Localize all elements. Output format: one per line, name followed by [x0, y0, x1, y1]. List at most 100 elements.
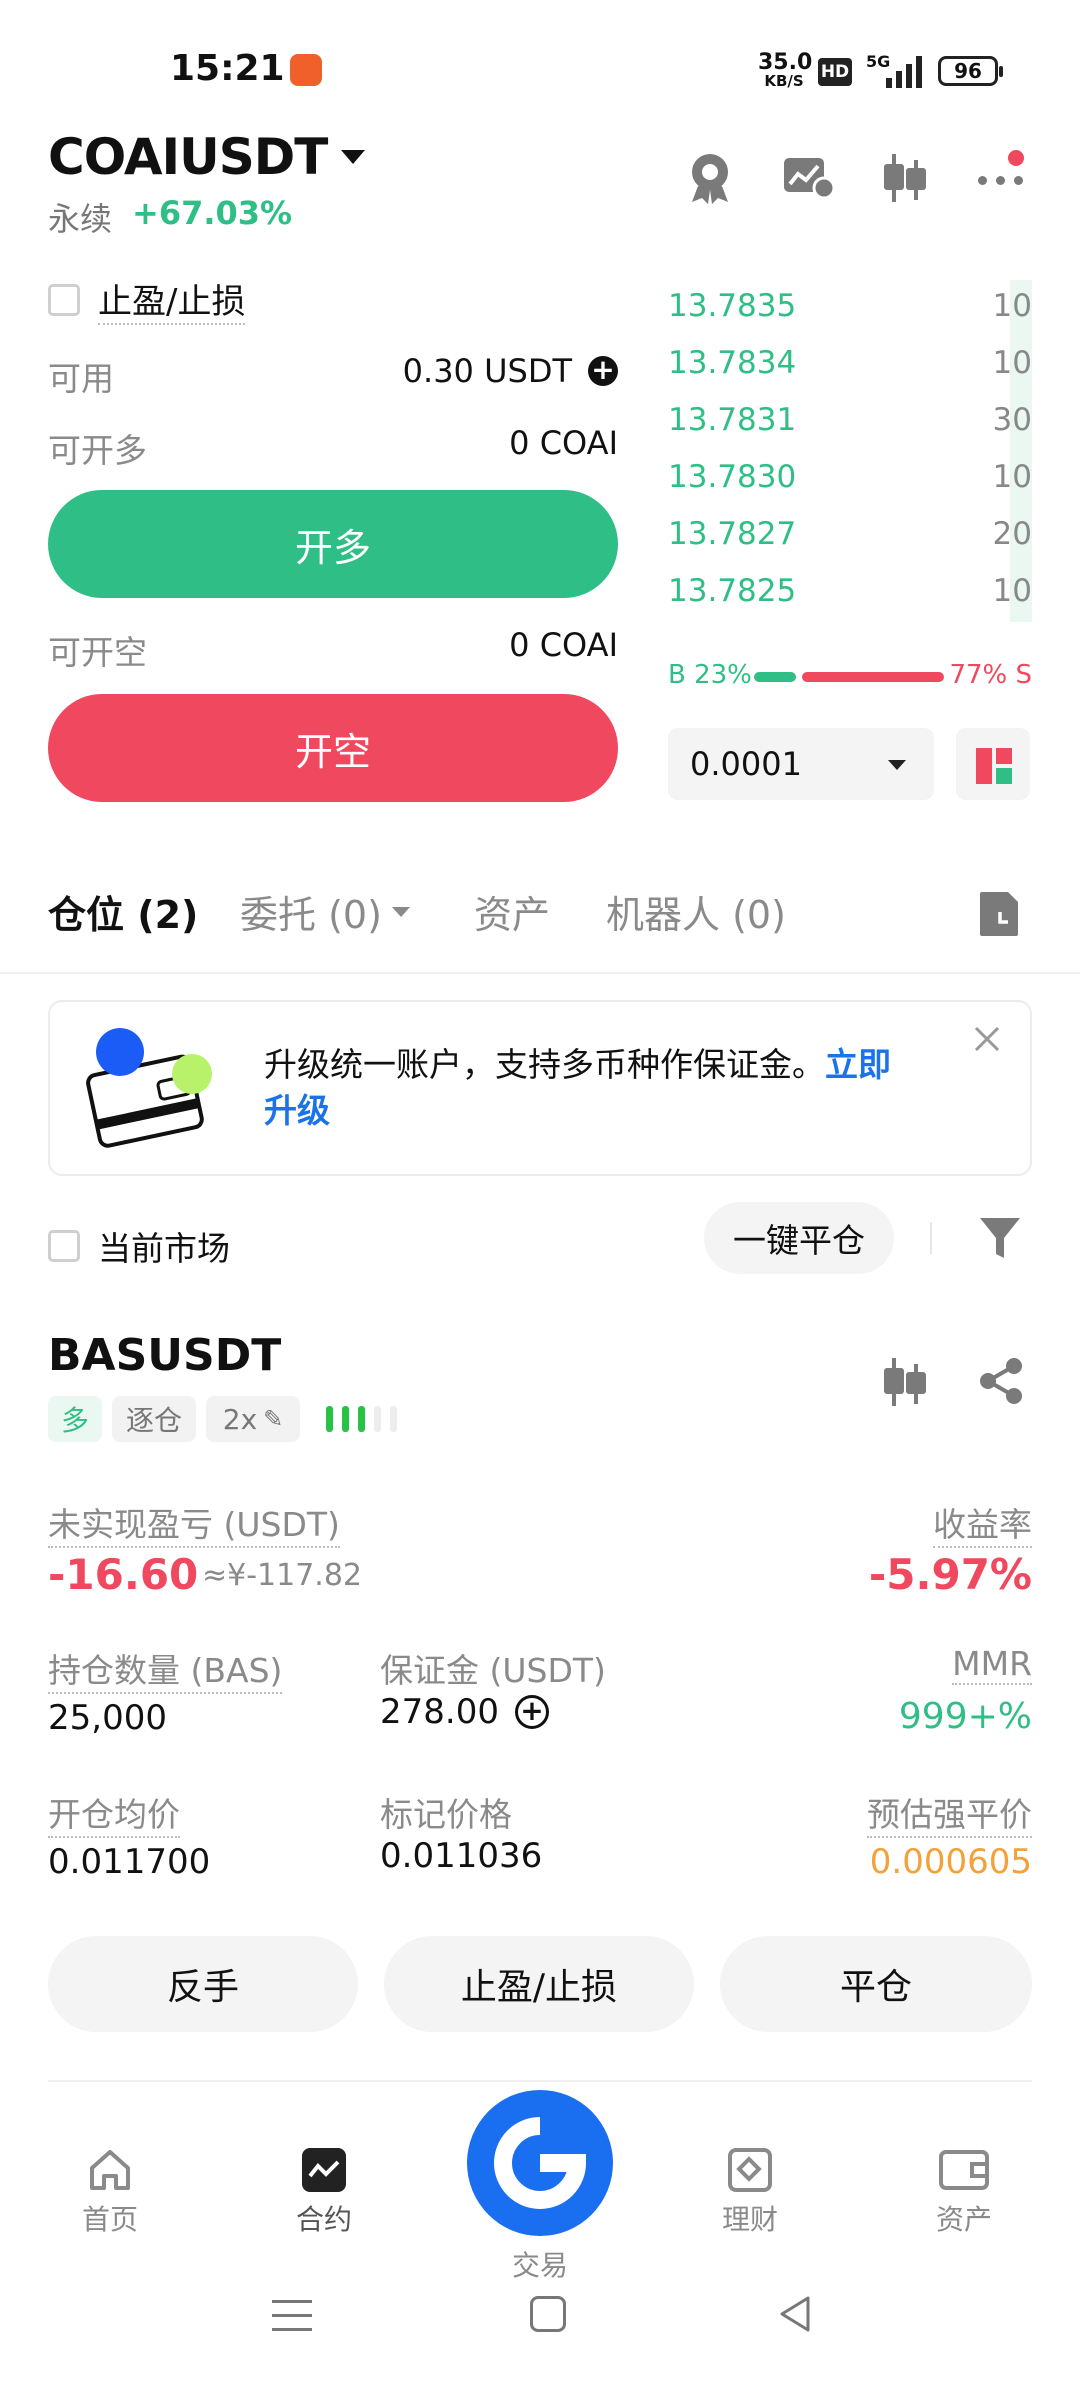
net-speed-unit: KB/S — [764, 72, 804, 90]
ratio-bar-buy — [754, 672, 796, 682]
orderbook-price: 13.7827 — [668, 516, 797, 552]
chart-settings-icon[interactable] — [782, 154, 836, 200]
status-time: 15:21 — [170, 48, 285, 89]
unrealized-pnl-cny: ≈¥-117.82 — [202, 1558, 363, 1593]
tab-bots[interactable]: 机器人 (0) — [606, 884, 786, 939]
caret-down-icon — [391, 906, 410, 917]
current-market-toggle[interactable]: 当前市场 — [48, 1222, 230, 1270]
tab-assets[interactable]: 资产 — [474, 884, 550, 939]
contract-type: 永续 — [48, 200, 113, 238]
reverse-button[interactable]: 反手 — [48, 1936, 358, 2032]
add-margin-icon[interactable]: + — [514, 1695, 549, 1729]
banner-message: 升级统一账户，支持多币种作保证金。 — [264, 1045, 825, 1084]
nav-home[interactable]: 首页 — [50, 2146, 170, 2238]
system-back-icon[interactable] — [776, 2294, 816, 2334]
close-icon[interactable] — [972, 1024, 1002, 1054]
upgrade-banner[interactable]: 升级统一账户，支持多币种作保证金。立即升级 — [48, 1000, 1032, 1176]
open-short-label: 开空 — [294, 729, 371, 774]
orderbook-row[interactable]: 13.7831 30 — [668, 394, 1032, 451]
margin-value-row: 278.00 + — [380, 1692, 549, 1732]
home-icon — [90, 2150, 130, 2190]
nav-assets-label: 资产 — [935, 2203, 992, 2236]
banner-text: 升级统一账户，支持多币种作保证金。立即升级 — [264, 1042, 964, 1134]
entry-price-value: 0.011700 — [48, 1842, 211, 1882]
qty-value: 25,000 — [48, 1698, 167, 1738]
leverage-badge[interactable]: 2x ✎ — [206, 1396, 300, 1442]
orderbook-row[interactable]: 13.7825 10 — [668, 565, 1032, 622]
orderbook-qty: 10 — [992, 345, 1032, 381]
close-position-button[interactable]: 平仓 — [720, 1936, 1032, 2032]
liq-price-value: 0.000605 — [869, 1842, 1032, 1882]
symbol-title: COAIUSDT — [48, 128, 328, 186]
nav-trade[interactable]: 交易 — [466, 2090, 614, 2284]
filter-icon[interactable] — [978, 1214, 1022, 1262]
nav-assets[interactable]: 资产 — [904, 2146, 1024, 2238]
open-short-button[interactable]: 开空 — [48, 694, 618, 802]
tp-sl-button[interactable]: 止盈/止损 — [384, 1936, 694, 2032]
contract-icon — [302, 2148, 346, 2192]
nav-trade-label: 交易 — [511, 2249, 568, 2282]
precision-value: 0.0001 — [690, 745, 802, 783]
qty-label: 持仓数量 (BAS) — [48, 1644, 283, 1694]
orderbook-qty: 10 — [992, 573, 1032, 609]
can-long-value: 0 COAI — [509, 424, 618, 462]
orderbook-row[interactable]: 13.7834 10 — [668, 337, 1032, 394]
orderbook-row[interactable]: 13.7827 20 — [668, 508, 1032, 565]
position-symbol[interactable]: BASUSDT — [48, 1330, 281, 1381]
open-long-button[interactable]: 开多 — [48, 490, 618, 598]
tab-positions[interactable]: 仓位 (2) — [48, 884, 198, 939]
mark-price-label: 标记价格 — [380, 1795, 512, 1834]
award-icon[interactable] — [684, 150, 736, 206]
nav-contract-label: 合约 — [295, 2203, 352, 2236]
mmr-label: MMR — [952, 1644, 1032, 1685]
finance-icon — [728, 2148, 772, 2192]
nav-contract[interactable]: 合约 — [264, 2146, 384, 2238]
share-icon[interactable] — [976, 1356, 1026, 1406]
orderbook-price: 13.7831 — [668, 402, 797, 438]
available-value: 0.30 USDT + — [403, 352, 618, 390]
orderbook-qty: 10 — [992, 288, 1032, 324]
precision-select[interactable]: 0.0001 — [668, 728, 934, 800]
orderbook-price: 13.7825 — [668, 573, 797, 609]
roe-value: -5.97% — [868, 1550, 1032, 1599]
reverse-label: 反手 — [166, 1967, 239, 2008]
tab-orders[interactable]: 委托 (0) — [240, 884, 410, 939]
position-chart-icon[interactable] — [880, 1356, 928, 1408]
available-amount: 0.30 USDT — [402, 352, 572, 390]
layout-toggle-icon[interactable] — [956, 728, 1030, 800]
bottom-nav: 首页 合约 交易 理财 资产 — [0, 2090, 1080, 2290]
plus-circle-icon[interactable]: + — [588, 356, 618, 386]
order-book: 13.7835 10 13.7834 10 13.7831 30 13.7830 10 13.7… — [668, 280, 1032, 622]
orderbook-row[interactable]: 13.7835 10 — [668, 280, 1032, 337]
battery-level: 96 — [954, 59, 982, 83]
close-position-label: 平仓 — [839, 1967, 912, 2008]
symbol-selector[interactable]: COAIUSDT — [48, 128, 366, 186]
caret-down-icon — [888, 760, 906, 770]
system-menu-icon[interactable] — [272, 2298, 312, 2334]
nav-home-label: 首页 — [81, 2203, 138, 2236]
tp-sl-label: 止盈/止损 — [98, 274, 246, 325]
orderbook-row[interactable]: 13.7830 10 — [668, 451, 1032, 508]
tp-sl-checkbox[interactable] — [48, 283, 80, 316]
banner-link-1[interactable]: 立即 — [825, 1045, 891, 1084]
current-market-checkbox[interactable] — [48, 1230, 80, 1262]
system-home-icon[interactable] — [530, 2296, 566, 2332]
wallet-illustration — [80, 1026, 220, 1156]
margin-value: 278.00 — [380, 1692, 499, 1732]
history-icon[interactable] — [978, 888, 1022, 938]
more-icon[interactable] — [974, 148, 1030, 198]
price-change: +67.03% — [132, 194, 293, 232]
close-all-label: 一键平仓 — [733, 1221, 865, 1260]
risk-level-icon — [322, 1404, 412, 1434]
signal-icon — [878, 56, 924, 88]
tp-sl-toggle[interactable]: 止盈/止损 — [48, 274, 246, 325]
tab-orders-label: 委托 (0) — [240, 893, 382, 937]
battery-icon: 96 — [938, 56, 998, 86]
close-all-button[interactable]: 一键平仓 — [704, 1202, 894, 1274]
candlestick-icon[interactable] — [880, 152, 928, 204]
buy-ratio-label: B 23% — [668, 660, 752, 690]
nav-finance-label: 理财 — [721, 2203, 778, 2236]
current-market-label: 当前市场 — [98, 1229, 230, 1268]
nav-finance[interactable]: 理财 — [690, 2146, 810, 2238]
banner-link-2[interactable]: 升级 — [264, 1091, 330, 1130]
